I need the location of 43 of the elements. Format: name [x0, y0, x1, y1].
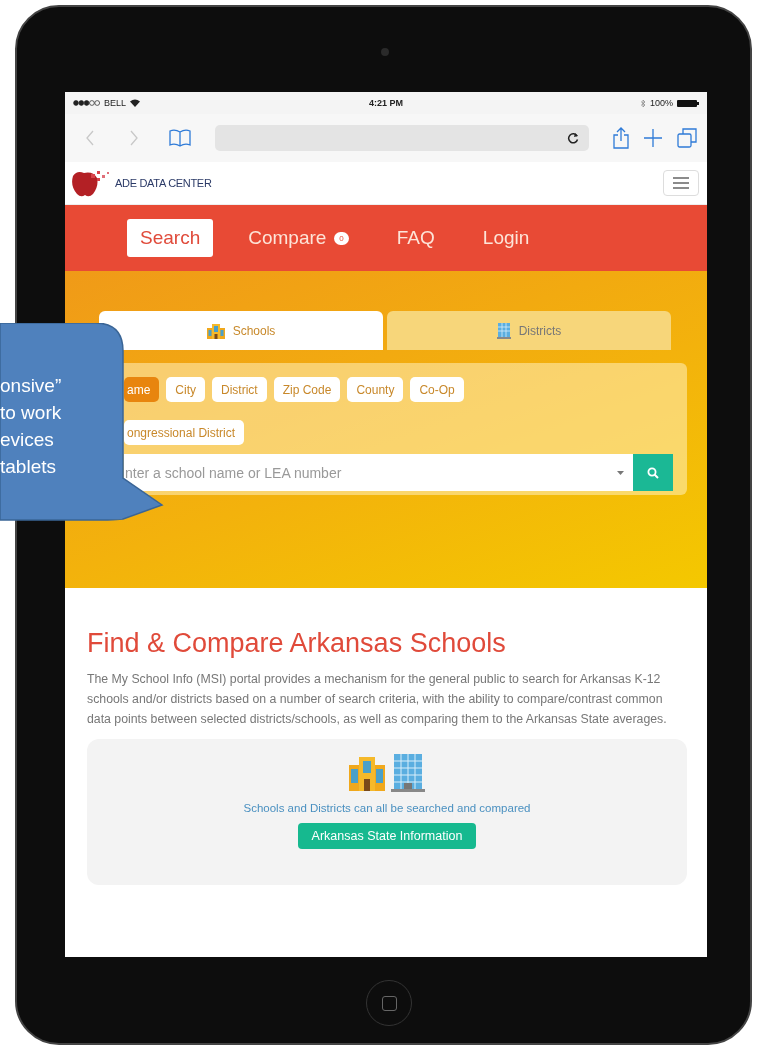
search-icon[interactable]: [647, 466, 659, 479]
signal-icon: [73, 100, 100, 106]
filter-chip[interactable]: ongressional District: [124, 420, 245, 445]
search-tab[interactable]: Districts: [387, 311, 671, 350]
filter-chip[interactable]: Zip Code: [273, 377, 341, 402]
card-caption: Schools and Districts can all be searched and compared: [243, 802, 531, 814]
nav-link[interactable]: Login: [469, 219, 543, 257]
buildings-icon: [349, 753, 425, 793]
search-field[interactable]: nter a school name or LEA number: [124, 454, 607, 491]
office-building-icon: [496, 322, 511, 339]
clock-time: 4:21 PM: [369, 98, 403, 108]
caret-icon[interactable]: [616, 470, 624, 475]
search-tab[interactable]: Schools: [99, 311, 383, 350]
nav-link[interactable]: Search: [127, 219, 214, 257]
bluetooth-icon: [639, 98, 646, 108]
school-building-icon: [206, 322, 225, 339]
filter-chip[interactable]: City: [166, 377, 205, 402]
filter-chip[interactable]: Co-Op: [410, 377, 464, 402]
filter-chip[interactable]: District: [212, 377, 267, 402]
share-icon[interactable]: [613, 127, 629, 149]
count-badge: 0: [334, 231, 349, 245]
callout-text: onsive” to work evices tablets: [0, 374, 62, 479]
nav-link[interactable]: FAQ: [383, 219, 448, 257]
bookmarks-icon[interactable]: [169, 129, 191, 147]
state-info-button[interactable]: Arkansas State Information: [297, 823, 477, 849]
filter-chip[interactable]: ame: [124, 377, 160, 402]
plus-icon[interactable]: [643, 128, 663, 148]
wifi-icon: [130, 99, 141, 107]
tabs-icon[interactable]: [677, 128, 697, 148]
filter-chip[interactable]: County: [347, 377, 404, 402]
menu-icon[interactable]: [672, 177, 690, 189]
menu-button[interactable]: [663, 170, 699, 196]
carrier-name: BELL: [104, 98, 127, 108]
camera-icon: [381, 48, 389, 56]
battery-percent: 100%: [649, 98, 673, 108]
reload-icon[interactable]: [567, 132, 579, 144]
logo-text: ADE DATA CENTER: [115, 177, 212, 189]
intro-paragraph: The My School Info (MSI) portal provides a mechanism for the general public to search for Arkansas K-12 schools and/or districts based on a number of search criteria, with the ability to compare/contrast common data points between selected districts/schools, as well as comparing them to the Arkansas State averages.: [87, 671, 668, 728]
nav-link[interactable]: Compare 0: [235, 219, 362, 257]
search-button[interactable]: [633, 454, 673, 491]
page-heading: Find & Compare Arkansas Schools: [87, 628, 507, 659]
battery-icon: [677, 99, 699, 107]
address-field[interactable]: [215, 125, 589, 151]
